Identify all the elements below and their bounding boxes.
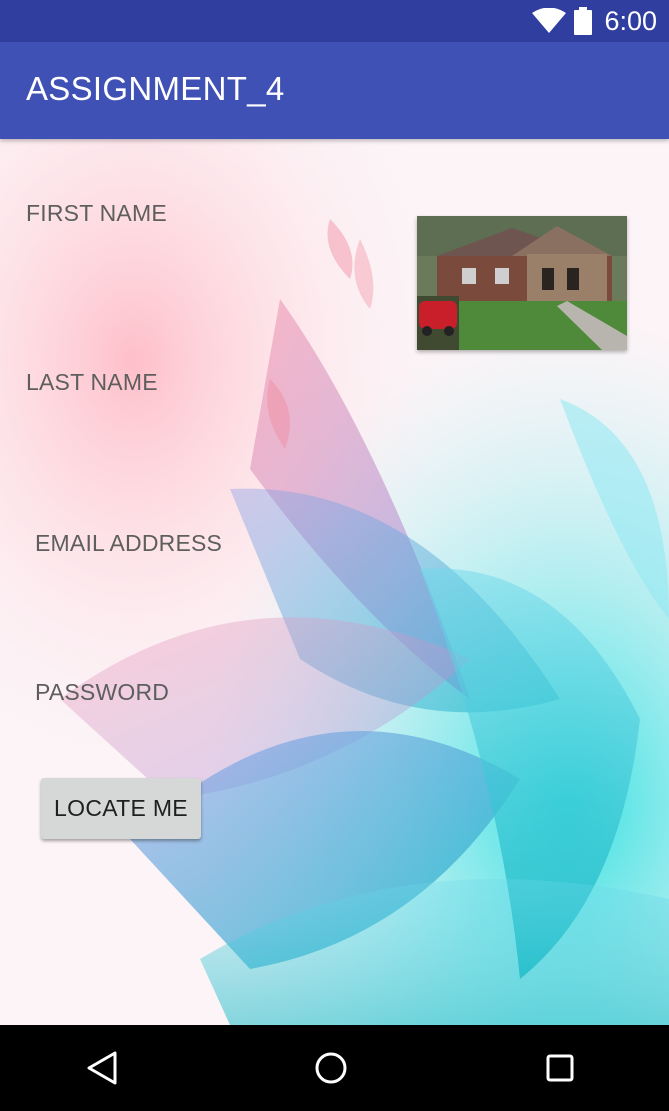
- home-button[interactable]: [301, 1043, 361, 1093]
- house-photo: [417, 216, 627, 350]
- password-label: PASSWORD: [35, 679, 170, 705]
- last-name-label: LAST NAME: [26, 369, 158, 395]
- recents-icon: [546, 1054, 574, 1082]
- locate-me-button[interactable]: LOCATE ME: [41, 778, 201, 839]
- email-address-label: EMAIL ADDRESS: [35, 530, 223, 556]
- status-time: 6:00: [604, 5, 657, 36]
- content-area: FIRST NAME LAST NAME EMAIL ADDRESS PASSW…: [0, 139, 669, 1025]
- recents-button[interactable]: [530, 1043, 590, 1093]
- status-icons: 6:00: [532, 0, 657, 42]
- app-bar: ASSIGNMENT_4: [0, 42, 669, 139]
- battery-icon: [574, 7, 593, 35]
- status-bar: 6:00: [0, 0, 669, 42]
- navigation-bar: [0, 1025, 669, 1111]
- first-name-label: FIRST NAME: [26, 200, 167, 226]
- home-icon: [315, 1052, 347, 1084]
- back-icon: [87, 1051, 117, 1085]
- app-title: ASSIGNMENT_4: [26, 70, 285, 107]
- wifi-icon: [532, 8, 567, 33]
- back-button[interactable]: [72, 1043, 132, 1093]
